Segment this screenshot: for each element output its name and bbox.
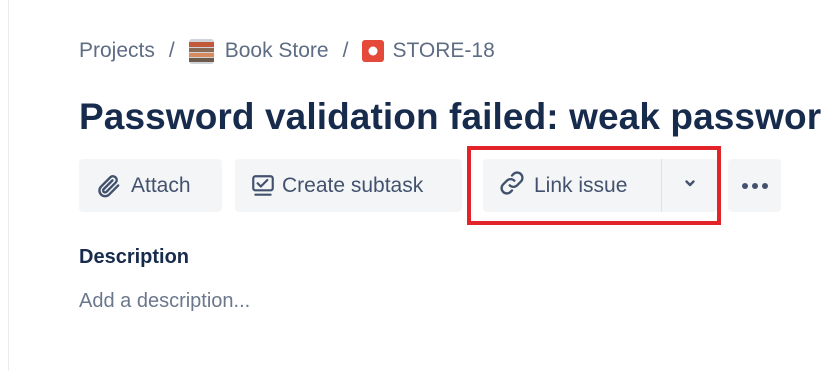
breadcrumb-projects-label: Projects <box>79 39 155 62</box>
create-subtask-label: Create subtask <box>282 173 424 197</box>
paperclip-icon <box>96 173 122 199</box>
link-issue-dropdown-button[interactable] <box>662 159 717 212</box>
breadcrumb-separator: / <box>168 39 175 62</box>
breadcrumb-projects-link[interactable]: Projects <box>79 39 155 63</box>
attach-label: Attach <box>131 173 191 197</box>
breadcrumb-issue-link[interactable]: STORE-18 <box>362 39 495 63</box>
issue-toolbar: Attach Create subtask Link issue <box>79 159 781 212</box>
breadcrumb-project-name: Book Store <box>224 39 329 62</box>
issue-view: Projects / Book Store / STORE-18 Passwor… <box>0 0 822 371</box>
breadcrumb-project-link[interactable]: Book Store <box>188 38 329 64</box>
panel-divider <box>8 0 9 371</box>
project-avatar-icon <box>188 38 214 64</box>
breadcrumb: Projects / Book Store / STORE-18 <box>79 36 495 66</box>
attach-button[interactable]: Attach <box>79 159 222 212</box>
more-horizontal-icon <box>740 182 770 190</box>
link-issue-split-button: Link issue <box>483 159 717 212</box>
more-actions-button[interactable] <box>728 159 781 212</box>
bug-issue-type-icon <box>362 40 385 62</box>
link-issue-label: Link issue <box>534 173 628 197</box>
issue-title[interactable]: Password validation failed: weak passwor… <box>79 96 822 138</box>
subtask-icon <box>250 173 276 199</box>
chevron-down-icon <box>682 175 698 196</box>
link-icon <box>498 169 526 203</box>
breadcrumb-issue-key: STORE-18 <box>392 39 495 62</box>
description-heading: Description <box>79 246 190 268</box>
create-subtask-button[interactable]: Create subtask <box>235 159 462 212</box>
description-input[interactable]: Add a description... <box>79 290 250 313</box>
link-issue-button[interactable]: Link issue <box>483 159 661 212</box>
breadcrumb-separator: / <box>342 39 349 62</box>
